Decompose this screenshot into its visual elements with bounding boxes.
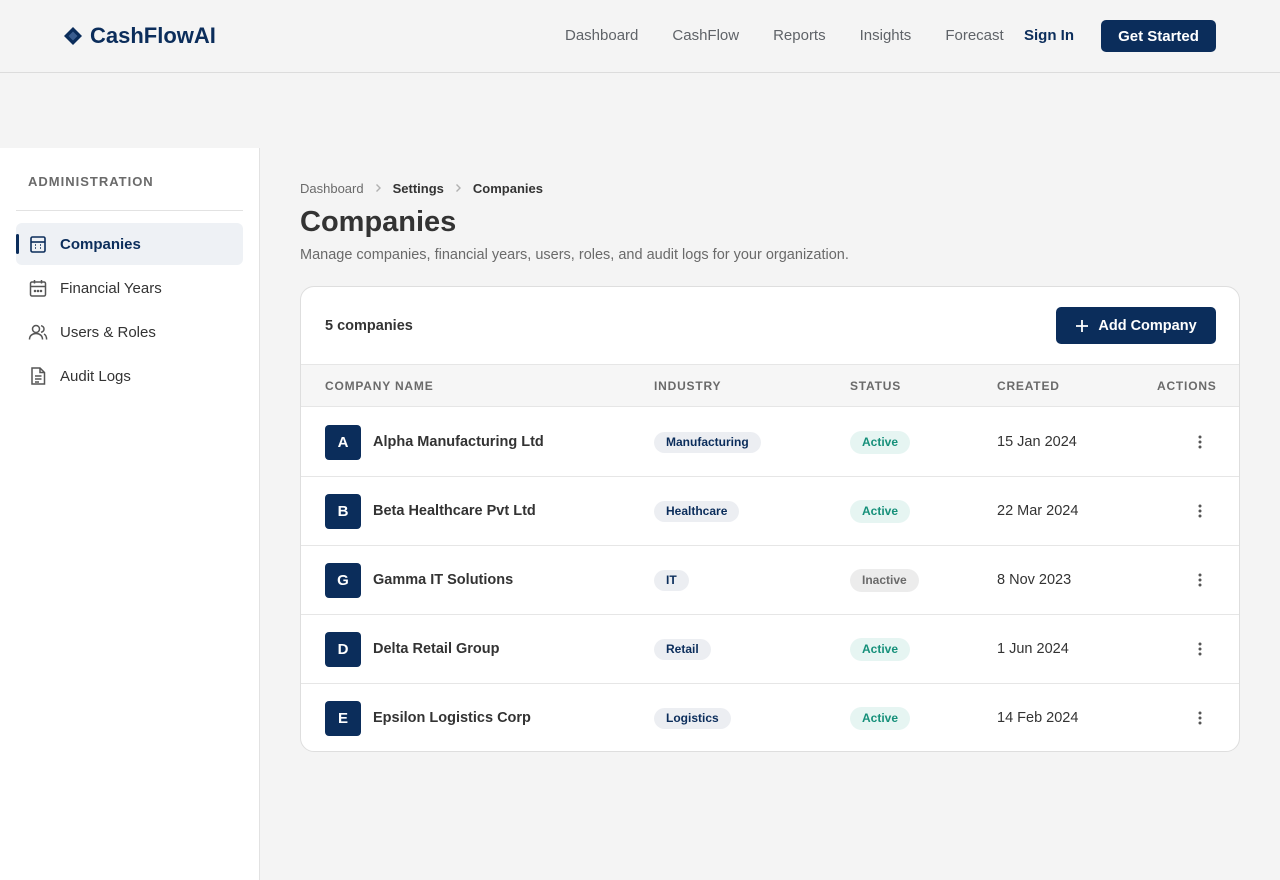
sign-in-link[interactable]: Sign In — [1024, 26, 1074, 46]
main-nav: Dashboard CashFlow Reports Insights Fore… — [565, 26, 1038, 46]
chevron-right-icon — [455, 183, 462, 193]
breadcrumb: Dashboard Settings Companies — [300, 180, 543, 196]
sidebar-item-companies[interactable]: Companies — [16, 223, 243, 265]
sidebar-item-financial-years[interactable]: Financial Years — [16, 267, 243, 309]
company-avatar: A — [325, 425, 361, 460]
created-date: 15 Jan 2024 — [997, 434, 1077, 450]
nav-link-insights[interactable]: Insights — [860, 26, 912, 46]
sidebar-item-label: Users & Roles — [60, 323, 156, 341]
breadcrumb-dashboard[interactable]: Dashboard — [300, 181, 364, 196]
get-started-button[interactable]: Get Started — [1101, 20, 1216, 52]
status-badge: Active — [850, 638, 911, 661]
column-header-actions: ACTIONS — [1157, 379, 1217, 393]
plus-icon — [1076, 319, 1089, 332]
sidebar-title: ADMINISTRATION — [28, 174, 154, 189]
sidebar-item-users-roles[interactable]: Users & Roles — [16, 311, 243, 353]
company-avatar: B — [325, 494, 361, 529]
nav-link-dashboard[interactable]: Dashboard — [565, 26, 638, 46]
brand-logo[interactable]: CashFlowAI — [62, 22, 216, 50]
page-title: Companies — [300, 206, 457, 238]
company-avatar: D — [325, 632, 361, 667]
created-date: 14 Feb 2024 — [997, 710, 1079, 726]
table-row[interactable]: E Epsilon Logistics Corp Logistics Activ… — [301, 684, 1239, 751]
industry-badge: Healthcare — [654, 501, 740, 522]
diamond-logo-icon — [64, 27, 82, 45]
table-row[interactable]: D Delta Retail Group Retail Active 1 Jun… — [301, 615, 1239, 684]
company-name[interactable]: Gamma IT Solutions — [373, 572, 513, 588]
breadcrumb-companies: Companies — [472, 180, 543, 196]
nav-link-reports[interactable]: Reports — [773, 26, 826, 46]
sidebar-item-label: Audit Logs — [60, 367, 131, 385]
users-icon — [28, 322, 48, 342]
companies-card: 5 companies Add Company COMPANY NAME IND… — [300, 286, 1240, 752]
breadcrumb-settings[interactable]: Settings — [393, 181, 444, 196]
more-actions-icon[interactable] — [1190, 708, 1210, 728]
company-name[interactable]: Beta Healthcare Pvt Ltd — [373, 503, 536, 519]
add-company-button[interactable]: Add Company — [1056, 307, 1216, 344]
nav-link-forecast[interactable]: Forecast — [945, 26, 1003, 46]
industry-badge: Manufacturing — [654, 432, 761, 453]
company-avatar: E — [325, 701, 361, 736]
building-icon — [28, 234, 48, 254]
company-name[interactable]: Epsilon Logistics Corp — [373, 710, 531, 726]
status-badge: Active — [850, 431, 911, 454]
calendar-icon — [28, 278, 48, 298]
industry-badge: Retail — [654, 639, 711, 660]
sidebar-item-label: Financial Years — [60, 279, 162, 297]
top-navbar: CashFlowAI Dashboard CashFlow Reports In… — [0, 0, 1280, 73]
company-avatar: G — [325, 563, 361, 598]
column-header-company-name[interactable]: COMPANY NAME — [325, 379, 434, 393]
sidebar-item-label: Companies — [60, 235, 141, 253]
status-badge: Active — [850, 500, 911, 523]
column-header-industry[interactable]: INDUSTRY — [654, 379, 721, 393]
status-badge: Inactive — [850, 569, 919, 592]
company-name[interactable]: Delta Retail Group — [373, 641, 500, 657]
document-icon — [28, 366, 48, 386]
industry-badge: Logistics — [654, 708, 731, 729]
column-header-status[interactable]: STATUS — [850, 379, 901, 393]
brand-name: CashFlowAI — [90, 23, 216, 48]
company-count: 5 companies — [325, 318, 413, 334]
created-date: 8 Nov 2023 — [997, 572, 1072, 588]
chevron-right-icon — [375, 183, 382, 193]
column-header-created[interactable]: CREATED — [997, 379, 1060, 393]
industry-badge: IT — [654, 570, 689, 591]
created-date: 1 Jun 2024 — [997, 641, 1069, 657]
sidebar-item-audit-logs[interactable]: Audit Logs — [16, 355, 243, 397]
page-subtitle: Manage companies, financial years, users… — [300, 247, 849, 263]
more-actions-icon[interactable] — [1190, 432, 1210, 452]
table-row[interactable]: B Beta Healthcare Pvt Ltd Healthcare Act… — [301, 477, 1239, 546]
more-actions-icon[interactable] — [1190, 639, 1210, 659]
table-header: COMPANY NAME INDUSTRY STATUS CREATED ACT… — [301, 364, 1239, 407]
table-row[interactable]: G Gamma IT Solutions IT Inactive 8 Nov 2… — [301, 546, 1239, 615]
created-date: 22 Mar 2024 — [997, 503, 1079, 519]
admin-sidebar: ADMINISTRATION Companies Financial Years — [0, 148, 260, 880]
more-actions-icon[interactable] — [1190, 501, 1210, 521]
nav-link-cashflow[interactable]: CashFlow — [672, 26, 739, 46]
sidebar-divider — [16, 210, 243, 211]
add-company-label: Add Company — [1098, 317, 1197, 334]
more-actions-icon[interactable] — [1190, 570, 1210, 590]
status-badge: Active — [850, 707, 911, 730]
table-row[interactable]: A Alpha Manufacturing Ltd Manufacturing … — [301, 408, 1239, 477]
company-name[interactable]: Alpha Manufacturing Ltd — [373, 434, 544, 450]
